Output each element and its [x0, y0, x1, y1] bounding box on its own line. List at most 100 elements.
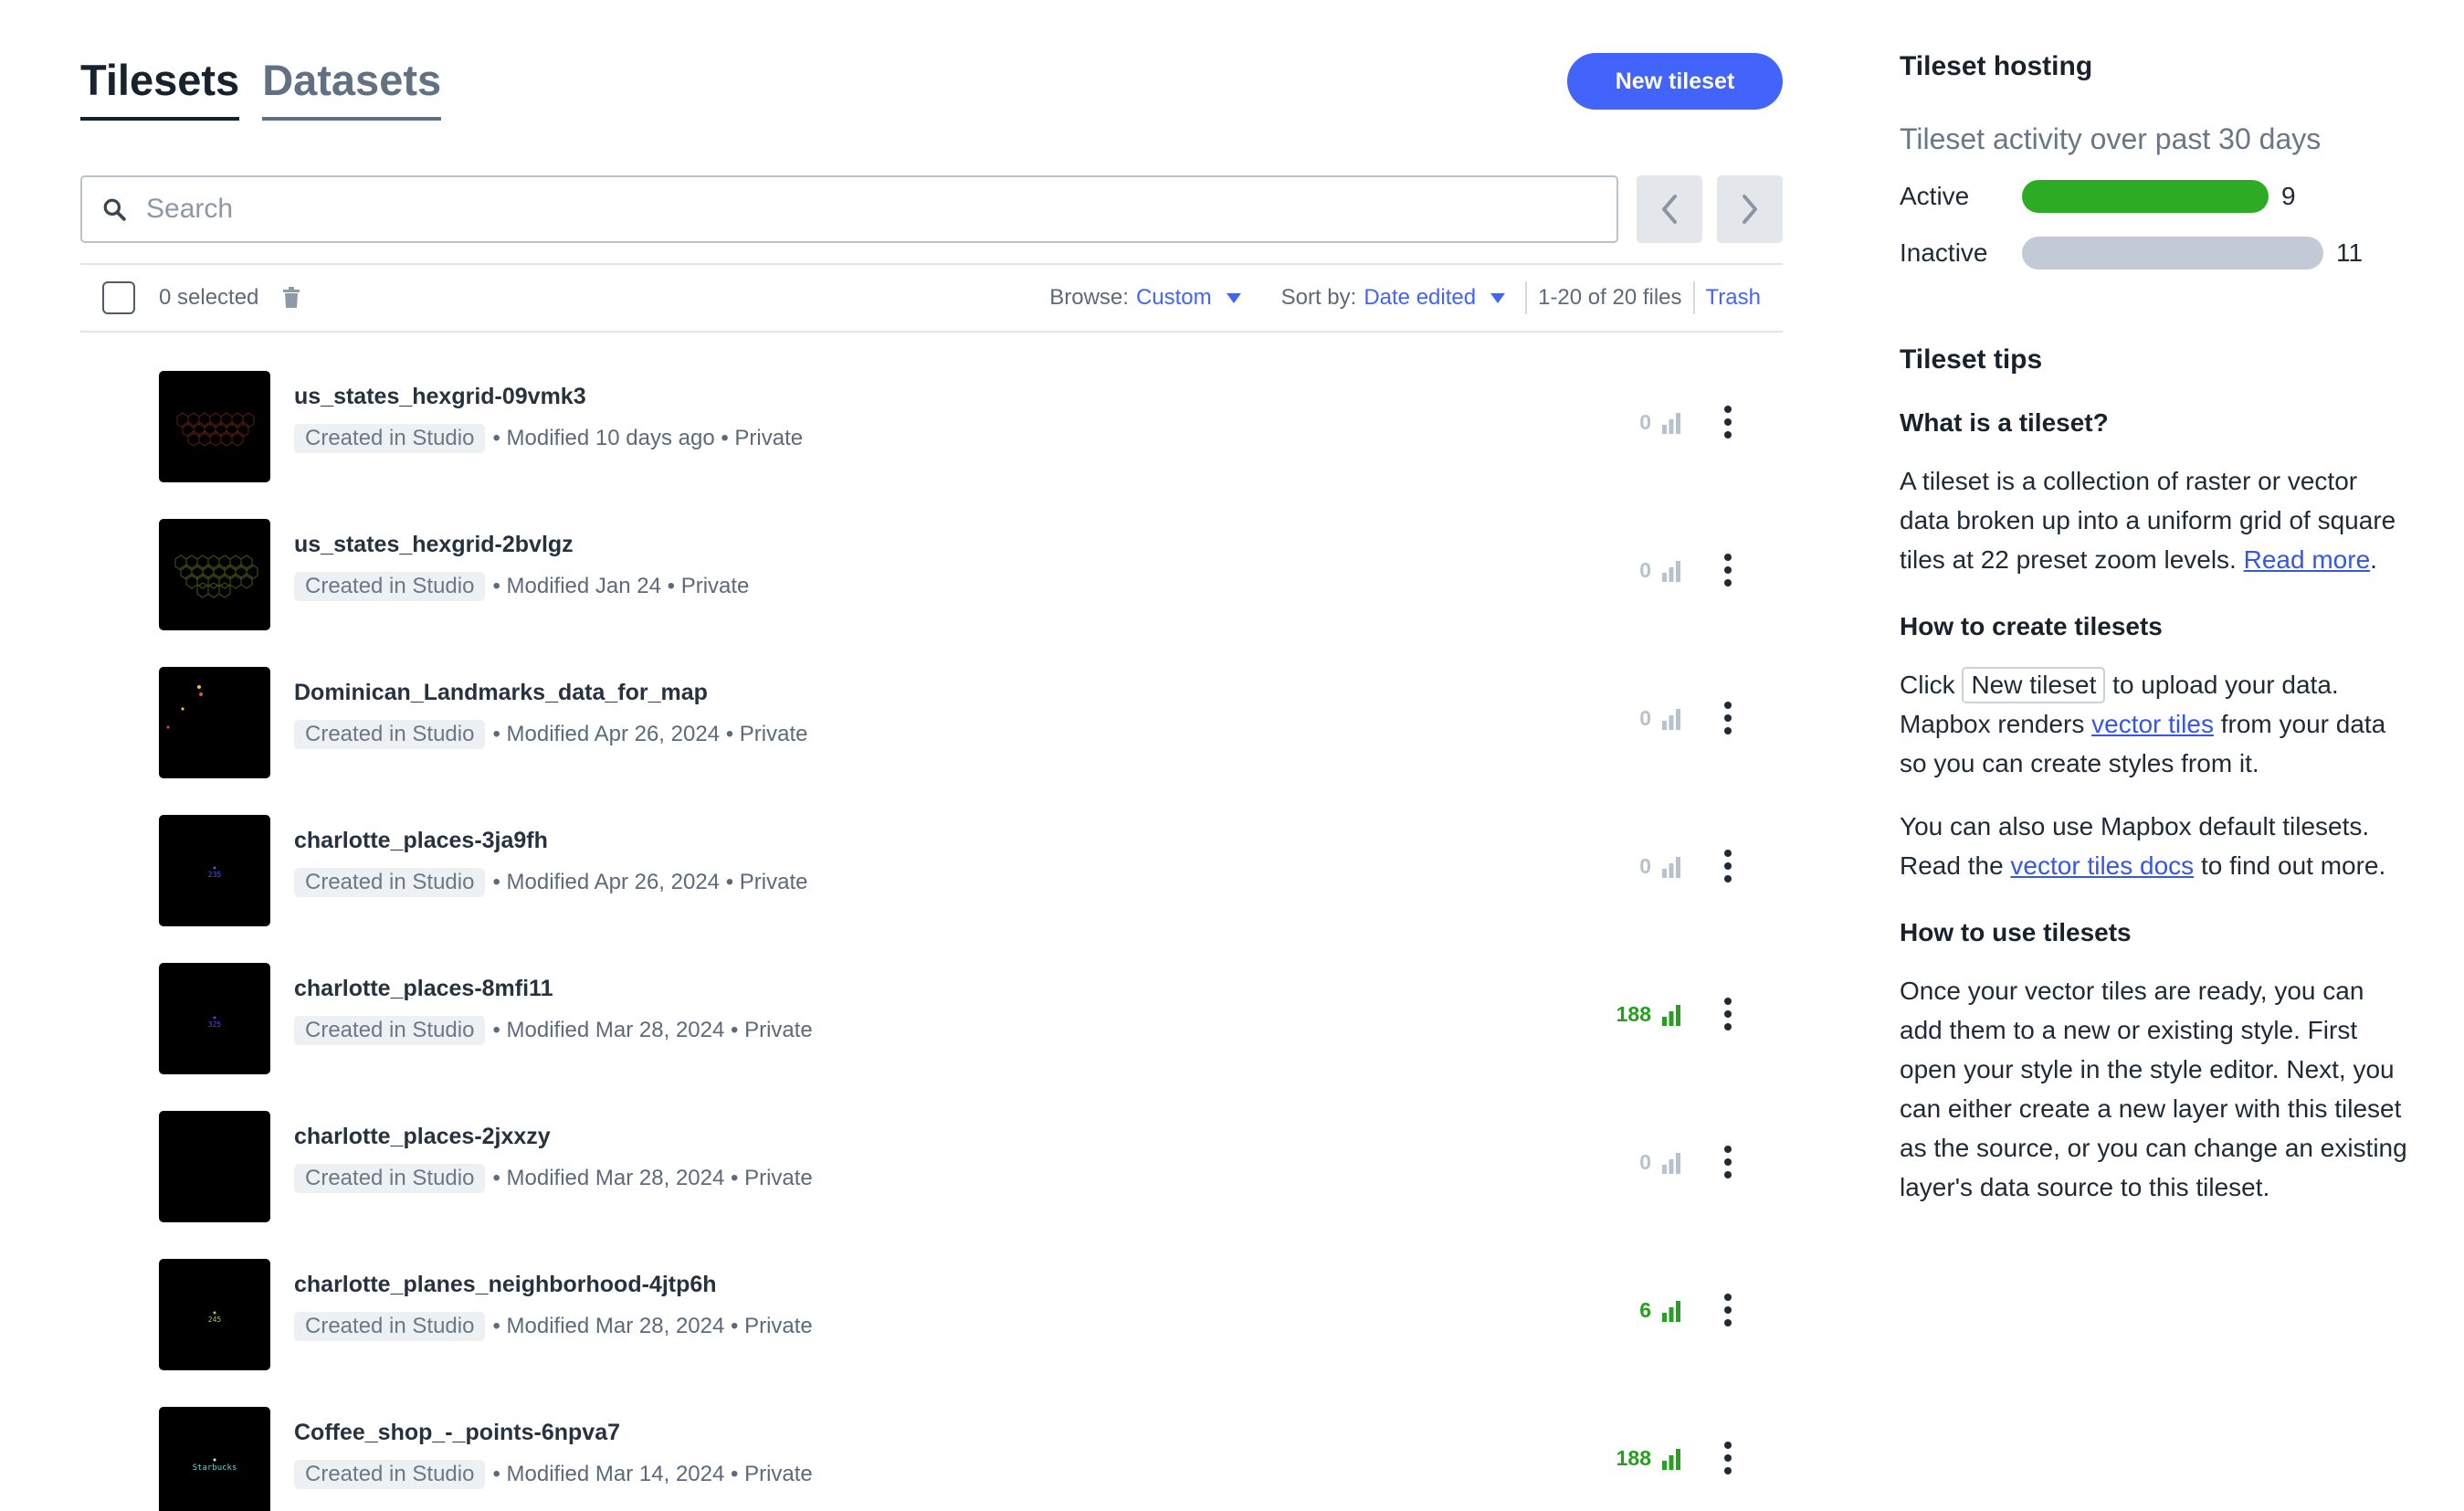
activity-stat: 188 [1616, 1446, 1682, 1471]
tileset-thumbnail [159, 667, 270, 778]
search-icon [103, 198, 126, 221]
select-all-checkbox[interactable] [102, 281, 135, 314]
thumbnail-label: 325 [208, 1020, 222, 1029]
inactive-stat-row: Inactive 11 [1900, 237, 2411, 269]
tileset-name[interactable]: charlotte_places-3ja9fh [294, 828, 548, 854]
browse-filter[interactable]: Browse: Custom [1049, 285, 1241, 311]
bar-chart-icon [1662, 708, 1680, 730]
divider [1692, 281, 1695, 314]
activity-stat: 0 [1639, 706, 1682, 731]
activity-stat: 6 [1639, 1298, 1682, 1323]
tip-heading: What is a tileset? [1900, 408, 2109, 437]
source-badge: Created in Studio [294, 1460, 486, 1489]
previous-page-button[interactable] [1637, 175, 1702, 243]
list-item[interactable]: 325 charlotte_places-8mfi11 Created in S… [80, 963, 1783, 1111]
tab-tilesets[interactable]: Tilesets [80, 55, 240, 121]
tileset-name[interactable]: Dominican_Landmarks_data_for_map [294, 680, 708, 706]
sort-label: Sort by: [1280, 285, 1357, 310]
hosting-title: Tileset hosting [1900, 51, 2093, 81]
list-item[interactable]: us_states_hexgrid-2bvlgz Created in Stud… [80, 519, 1783, 667]
source-badge: Created in Studio [294, 720, 486, 749]
modified-info: • Modified Mar 28, 2024 • Private [492, 1314, 813, 1338]
caret-down-icon [1226, 292, 1241, 303]
source-badge: Created in Studio [294, 1016, 486, 1045]
source-badge: Created in Studio [294, 868, 486, 897]
vector-tiles-link[interactable]: vector tiles [2091, 710, 2214, 738]
thumbnail-label: Starbucks [193, 1463, 237, 1473]
source-badge: Created in Studio [294, 424, 486, 453]
activity-stat: 0 [1639, 854, 1682, 879]
modified-info: • Modified Mar 28, 2024 • Private [492, 1166, 813, 1190]
tileset-thumbnail [159, 519, 270, 630]
tileset-meta: Created in Studio • Modified Mar 28, 202… [294, 1164, 813, 1193]
search-box[interactable] [80, 175, 1618, 243]
file-count: 1-20 of 20 files [1538, 285, 1682, 310]
tileset-name[interactable]: charlotte_places-8mfi11 [294, 976, 553, 1002]
caret-down-icon [1490, 292, 1506, 303]
tip-heading: How to use tilesets [1900, 918, 2132, 946]
activity-count: 0 [1639, 410, 1651, 434]
tip-paragraph: Once your vector tiles are ready, you ca… [1900, 977, 2407, 1201]
thumbnail-label: 235 [208, 871, 222, 879]
list-item[interactable]: Starbucks Coffee_shop_-_points-6npva7 Cr… [80, 1407, 1783, 1511]
list-item[interactable]: 235 charlotte_places-3ja9fh Created in S… [80, 815, 1783, 963]
sort-value[interactable]: Date edited [1364, 285, 1476, 311]
vector-tiles-docs-link[interactable]: vector tiles docs [2010, 851, 2194, 880]
tileset-meta: Created in Studio • Modified Apr 26, 202… [294, 868, 807, 897]
modified-info: • Modified Jan 24 • Private [492, 574, 750, 598]
list-item[interactable]: Dominican_Landmarks_data_for_map Created… [80, 667, 1783, 815]
inactive-count: 11 [2336, 238, 2364, 267]
bar-chart-icon [1662, 412, 1680, 434]
tileset-thumbnail: 235 [159, 815, 270, 926]
next-page-button[interactable] [1717, 175, 1783, 243]
more-options-icon[interactable] [1717, 700, 1739, 736]
tileset-meta: Created in Studio • Modified Mar 14, 202… [294, 1460, 813, 1489]
tip-heading: How to create tilesets [1900, 612, 2163, 640]
new-tileset-inline-button[interactable]: New tileset [1962, 667, 2106, 703]
list-item[interactable]: us_states_hexgrid-09vmk3 Created in Stud… [80, 371, 1783, 519]
search-input[interactable] [146, 194, 1616, 225]
tileset-thumbnail [159, 1111, 270, 1222]
modified-info: • Modified 10 days ago • Private [492, 426, 804, 450]
more-options-icon[interactable] [1717, 552, 1739, 588]
tileset-meta: Created in Studio • Modified 10 days ago… [294, 424, 803, 453]
bar-chart-icon [1662, 1300, 1680, 1322]
activity-stat: 188 [1616, 1002, 1682, 1027]
activity-stat: 0 [1639, 558, 1682, 583]
tileset-meta: Created in Studio • Modified Mar 28, 202… [294, 1016, 813, 1045]
more-options-icon[interactable] [1717, 996, 1739, 1032]
tileset-thumbnail: 245 [159, 1259, 270, 1370]
tab-datasets[interactable]: Datasets [262, 55, 442, 121]
sidebar: Tileset hosting Tileset activity over pa… [1900, 51, 2411, 1207]
activity-title: Tileset activity over past 30 days [1900, 122, 2322, 155]
activity-count: 188 [1616, 1002, 1651, 1026]
tip-paragraph: A tileset is a collection of raster or v… [1900, 467, 2396, 574]
sort-filter[interactable]: Sort by: Date edited [1280, 285, 1506, 311]
tileset-name[interactable]: us_states_hexgrid-2bvlgz [294, 532, 574, 558]
tileset-name[interactable]: charlotte_planes_neighborhood-4jtp6h [294, 1272, 717, 1298]
list-item[interactable]: 245 charlotte_planes_neighborhood-4jtp6h… [80, 1259, 1783, 1407]
more-options-icon[interactable] [1717, 1144, 1739, 1180]
read-more-link[interactable]: Read more [2244, 545, 2371, 574]
tileset-name[interactable]: charlotte_places-2jxxzy [294, 1124, 551, 1150]
trash-icon[interactable] [282, 287, 300, 309]
more-options-icon[interactable] [1717, 848, 1739, 884]
list-item[interactable]: charlotte_places-2jxxzy Created in Studi… [80, 1111, 1783, 1259]
more-options-icon[interactable] [1717, 1292, 1739, 1328]
activity-count: 6 [1639, 1298, 1651, 1322]
tileset-name[interactable]: us_states_hexgrid-09vmk3 [294, 384, 586, 410]
tileset-name[interactable]: Coffee_shop_-_points-6npva7 [294, 1420, 620, 1446]
list-toolbar: 0 selected Browse: Custom Sort by: Date … [80, 263, 1783, 333]
active-count: 9 [2281, 182, 2296, 210]
more-options-icon[interactable] [1717, 404, 1739, 440]
browse-value[interactable]: Custom [1136, 285, 1212, 311]
new-tileset-button[interactable]: New tileset [1567, 53, 1783, 110]
tileset-thumbnail: 325 [159, 963, 270, 1074]
trash-link[interactable]: Trash [1706, 285, 1761, 311]
tileset-meta: Created in Studio • Modified Apr 26, 202… [294, 720, 807, 749]
more-options-icon[interactable] [1717, 1440, 1739, 1476]
bar-chart-icon [1662, 560, 1680, 582]
chevron-left-icon [1662, 195, 1677, 224]
activity-count: 0 [1639, 854, 1651, 878]
activity-stat: 0 [1639, 1150, 1682, 1175]
